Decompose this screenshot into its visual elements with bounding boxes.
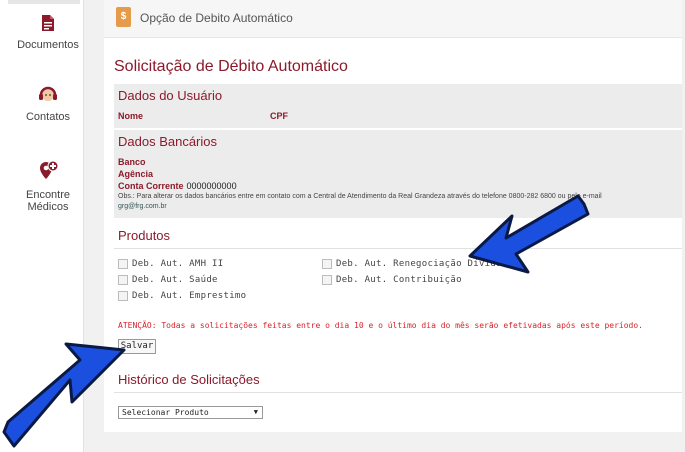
- agencia-label: Agência: [118, 169, 154, 179]
- conta-corrente-label: Conta Corrente: [118, 181, 184, 191]
- product-select-value: Selecionar Produto: [122, 408, 209, 417]
- checkbox[interactable]: [118, 259, 128, 269]
- chevron-down-icon: ▼: [253, 408, 258, 416]
- history-title: Histórico de Solicitações: [118, 372, 260, 387]
- headset-icon: [0, 86, 96, 107]
- product-option-saude[interactable]: Deb. Aut. Saúde: [118, 275, 218, 285]
- document-icon: [0, 14, 96, 35]
- bank-obs-email[interactable]: grg@frg.com.br: [118, 203, 167, 210]
- product-option-amh[interactable]: Deb. Aut. AMH II: [118, 259, 224, 269]
- arrow-pointing-right-icon: [2, 342, 126, 448]
- user-section-title: Dados do Usuário: [118, 88, 223, 103]
- product-label: Deb. Aut. Contribuição: [336, 275, 462, 285]
- sidebar-item-contatos[interactable]: Contatos: [0, 86, 96, 123]
- products-title: Produtos: [118, 228, 171, 243]
- product-select[interactable]: Selecionar Produto ▼: [118, 406, 263, 419]
- nome-label: Nome: [118, 111, 144, 121]
- checkbox[interactable]: [322, 259, 332, 269]
- sidebar-item-encontre-medicos[interactable]: Encontre Médicos: [0, 160, 96, 213]
- page-title: Solicitação de Débito Automático: [114, 58, 348, 75]
- checkbox[interactable]: [118, 275, 128, 285]
- banco-label: Banco: [118, 157, 146, 167]
- user-data-section: Dados do Usuário Nome CPF: [114, 84, 682, 128]
- bank-data-section: Dados Bancários Banco Agência Conta Corr…: [114, 130, 682, 218]
- header-title: Opção de Debito Automático: [140, 11, 293, 25]
- sidebar-item-label: Contatos: [25, 111, 71, 123]
- product-label: Deb. Aut. AMH II: [132, 259, 224, 269]
- attention-notice: ATENÇÃO: Todas a solicitações feitas ent…: [118, 321, 643, 330]
- conta-corrente-value: 0000000000: [186, 181, 237, 191]
- sidebar-item-documentos[interactable]: Documentos: [0, 14, 96, 51]
- cpf-label: CPF: [270, 111, 288, 121]
- checkbox[interactable]: [322, 275, 332, 285]
- sidebar-item-label: Encontre Médicos: [25, 189, 71, 213]
- conta-corrente-row: Conta Corrente 0000000000: [118, 181, 237, 191]
- dollar-document-icon: $: [116, 7, 131, 27]
- checkbox[interactable]: [118, 291, 128, 301]
- history-divider: [114, 392, 682, 393]
- header-bar: $ Opção de Debito Automático: [104, 0, 682, 38]
- sidebar-top-strip: [8, 0, 80, 4]
- product-label: Deb. Aut. Saúde: [132, 275, 218, 285]
- product-label: Deb. Aut. Emprestimo: [132, 291, 247, 301]
- products-divider: [114, 248, 682, 249]
- arrow-pointing-left-icon: [468, 194, 590, 274]
- doctor-location-icon: [0, 160, 96, 185]
- product-option-contribuicao[interactable]: Deb. Aut. Contribuição: [322, 275, 462, 285]
- bank-section-title: Dados Bancários: [118, 134, 217, 149]
- main-panel: $ Opção de Debito Automático Solicitação…: [104, 0, 682, 432]
- sidebar-item-label: Documentos: [17, 39, 79, 51]
- product-option-emprestimo[interactable]: Deb. Aut. Emprestimo: [118, 291, 246, 301]
